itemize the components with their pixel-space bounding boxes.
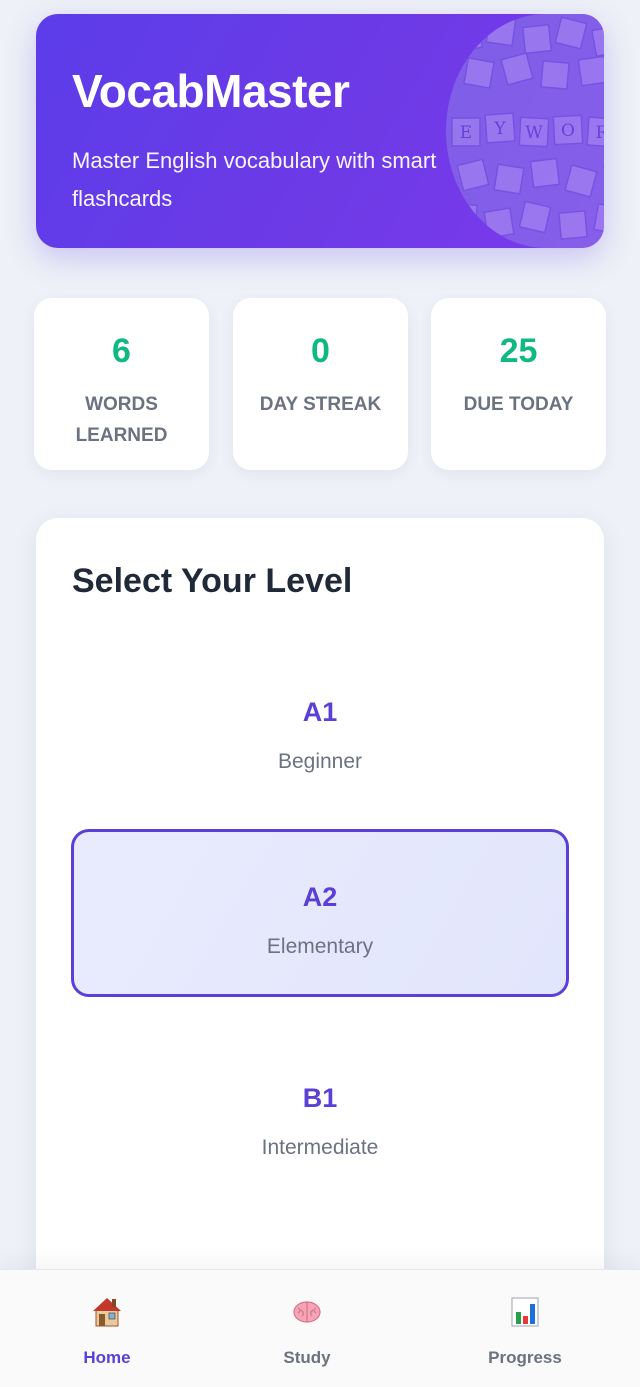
nav-item-progress[interactable]: Progress bbox=[418, 1270, 632, 1387]
nav-label: Study bbox=[283, 1348, 331, 1367]
stat-label: Due Today bbox=[463, 394, 574, 415]
svg-text:R: R bbox=[596, 123, 604, 143]
stats-row: 6 Words Learned 0 Day Streak 25 Due Toda… bbox=[34, 298, 606, 470]
stat-value: 25 bbox=[499, 332, 538, 370]
svg-text:Y: Y bbox=[493, 119, 506, 139]
level-code: A2 bbox=[302, 882, 338, 912]
bottom-navigation: Home Study Progress bbox=[0, 1269, 640, 1387]
level-description: Intermediate bbox=[261, 1136, 379, 1159]
stat-value: 6 bbox=[112, 332, 131, 370]
svg-text:O: O bbox=[561, 121, 575, 141]
nav-item-study[interactable]: Study bbox=[200, 1270, 414, 1387]
app-subtitle: Master English vocabulary with smart fla… bbox=[72, 148, 437, 211]
house-icon bbox=[93, 1298, 121, 1327]
hero-banner: E Y W O R D VocabMaster Master English v… bbox=[36, 14, 604, 248]
nav-item-home[interactable]: Home bbox=[0, 1270, 214, 1387]
bar-chart-icon bbox=[511, 1297, 539, 1327]
level-option-a2[interactable]: A2 Elementary bbox=[71, 829, 569, 997]
nav-label: Home bbox=[83, 1348, 131, 1367]
stat-value: 0 bbox=[311, 332, 330, 370]
level-option-b1[interactable]: B1 Intermediate bbox=[71, 1030, 569, 1198]
level-option-a1[interactable]: A1 Beginner bbox=[71, 644, 569, 812]
level-selection-card: Select Your Level A1 Beginner A2 Element… bbox=[36, 518, 604, 1387]
stat-due-today: 25 Due Today bbox=[431, 298, 606, 470]
stat-words-learned: 6 Words Learned bbox=[34, 298, 209, 470]
stat-day-streak: 0 Day Streak bbox=[233, 298, 408, 470]
svg-text:W: W bbox=[525, 123, 543, 143]
section-title: Select Your Level bbox=[72, 562, 353, 600]
app-title: VocabMaster bbox=[72, 65, 350, 117]
stat-label: Words Learned bbox=[75, 394, 168, 446]
level-description: Elementary bbox=[266, 935, 374, 958]
stat-label: Day Streak bbox=[259, 394, 382, 415]
brain-icon bbox=[293, 1301, 321, 1323]
svg-text:E: E bbox=[460, 123, 472, 143]
level-description: Beginner bbox=[277, 750, 363, 773]
nav-label: Progress bbox=[488, 1348, 562, 1367]
level-code: B1 bbox=[302, 1083, 338, 1113]
app-screen: E Y W O R D VocabMaster Master English v… bbox=[0, 0, 640, 1387]
level-code: A1 bbox=[302, 697, 338, 727]
